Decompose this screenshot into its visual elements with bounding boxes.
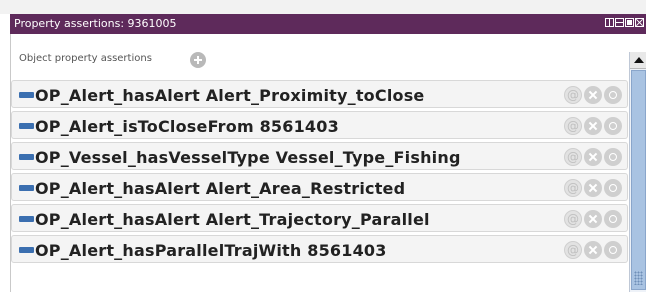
row-actions: @ — [564, 241, 622, 259]
row-actions: @ — [564, 117, 622, 135]
assertion-list: OP_Alert_hasAlert Alert_Proximity_toClos… — [11, 80, 628, 266]
grip-icon — [634, 271, 643, 285]
edit-icon[interactable] — [604, 179, 622, 197]
top-strip — [0, 0, 646, 14]
maximize-icon[interactable] — [625, 18, 634, 27]
row-actions: @ — [564, 179, 622, 197]
delete-icon[interactable] — [584, 117, 602, 135]
assertion-text: OP_Alert_hasAlert Alert_Trajectory_Paral… — [35, 210, 430, 229]
scroll-up-icon[interactable] — [630, 52, 646, 69]
annotate-icon[interactable]: @ — [564, 86, 582, 104]
edit-icon[interactable] — [604, 117, 622, 135]
split-horizontal-icon[interactable] — [615, 18, 624, 27]
annotate-icon[interactable]: @ — [564, 117, 582, 135]
row-actions: @ — [564, 210, 622, 228]
assertion-text: OP_Alert_hasAlert Alert_Proximity_toClos… — [35, 86, 425, 105]
object-property-icon — [19, 247, 34, 253]
edit-icon[interactable] — [604, 241, 622, 259]
row-actions: @ — [564, 86, 622, 104]
object-property-icon — [19, 92, 34, 98]
annotate-icon[interactable]: @ — [564, 179, 582, 197]
annotate-icon[interactable]: @ — [564, 210, 582, 228]
vertical-scrollbar[interactable] — [629, 52, 646, 292]
annotate-icon[interactable]: @ — [564, 148, 582, 166]
property-assertions-panel: Object property assertions OP_Alert_hasA… — [10, 34, 646, 292]
list-item[interactable]: OP_Vessel_hasVesselType Vessel_Type_Fish… — [11, 142, 628, 170]
scroll-thumb[interactable] — [631, 70, 646, 290]
close-view-icon[interactable] — [635, 18, 644, 27]
list-item[interactable]: OP_Alert_hasParallelTrajWith 8561403 @ — [11, 235, 628, 263]
object-property-icon — [19, 123, 34, 129]
view-title: Property assertions: 9361005 — [14, 17, 177, 30]
assertion-text: OP_Alert_isToCloseFrom 8561403 — [35, 117, 339, 136]
edit-icon[interactable] — [604, 148, 622, 166]
window-controls — [605, 18, 644, 30]
annotate-icon[interactable]: @ — [564, 241, 582, 259]
assertion-text: OP_Alert_hasParallelTrajWith 8561403 — [35, 241, 387, 260]
delete-icon[interactable] — [584, 148, 602, 166]
row-actions: @ — [564, 148, 622, 166]
list-item[interactable]: OP_Alert_isToCloseFrom 8561403 @ — [11, 111, 628, 139]
edit-icon[interactable] — [604, 210, 622, 228]
delete-icon[interactable] — [584, 210, 602, 228]
assertion-text: OP_Alert_hasAlert Alert_Area_Restricted — [35, 179, 406, 198]
list-item[interactable]: OP_Alert_hasAlert Alert_Trajectory_Paral… — [11, 204, 628, 232]
delete-icon[interactable] — [584, 179, 602, 197]
delete-icon[interactable] — [584, 86, 602, 104]
section-header: Object property assertions — [11, 34, 629, 80]
object-property-icon — [19, 154, 34, 160]
object-property-icon — [19, 216, 34, 222]
list-item[interactable]: OP_Alert_hasAlert Alert_Proximity_toClos… — [11, 80, 628, 108]
edit-icon[interactable] — [604, 86, 622, 104]
add-circle-icon[interactable] — [190, 52, 206, 68]
split-vertical-icon[interactable] — [605, 18, 614, 27]
section-label: Object property assertions — [19, 53, 152, 64]
list-item[interactable]: OP_Alert_hasAlert Alert_Area_Restricted … — [11, 173, 628, 201]
object-property-icon — [19, 185, 34, 191]
view-titlebar: Property assertions: 9361005 — [10, 14, 646, 34]
assertion-text: OP_Vessel_hasVesselType Vessel_Type_Fish… — [35, 148, 461, 167]
delete-icon[interactable] — [584, 241, 602, 259]
